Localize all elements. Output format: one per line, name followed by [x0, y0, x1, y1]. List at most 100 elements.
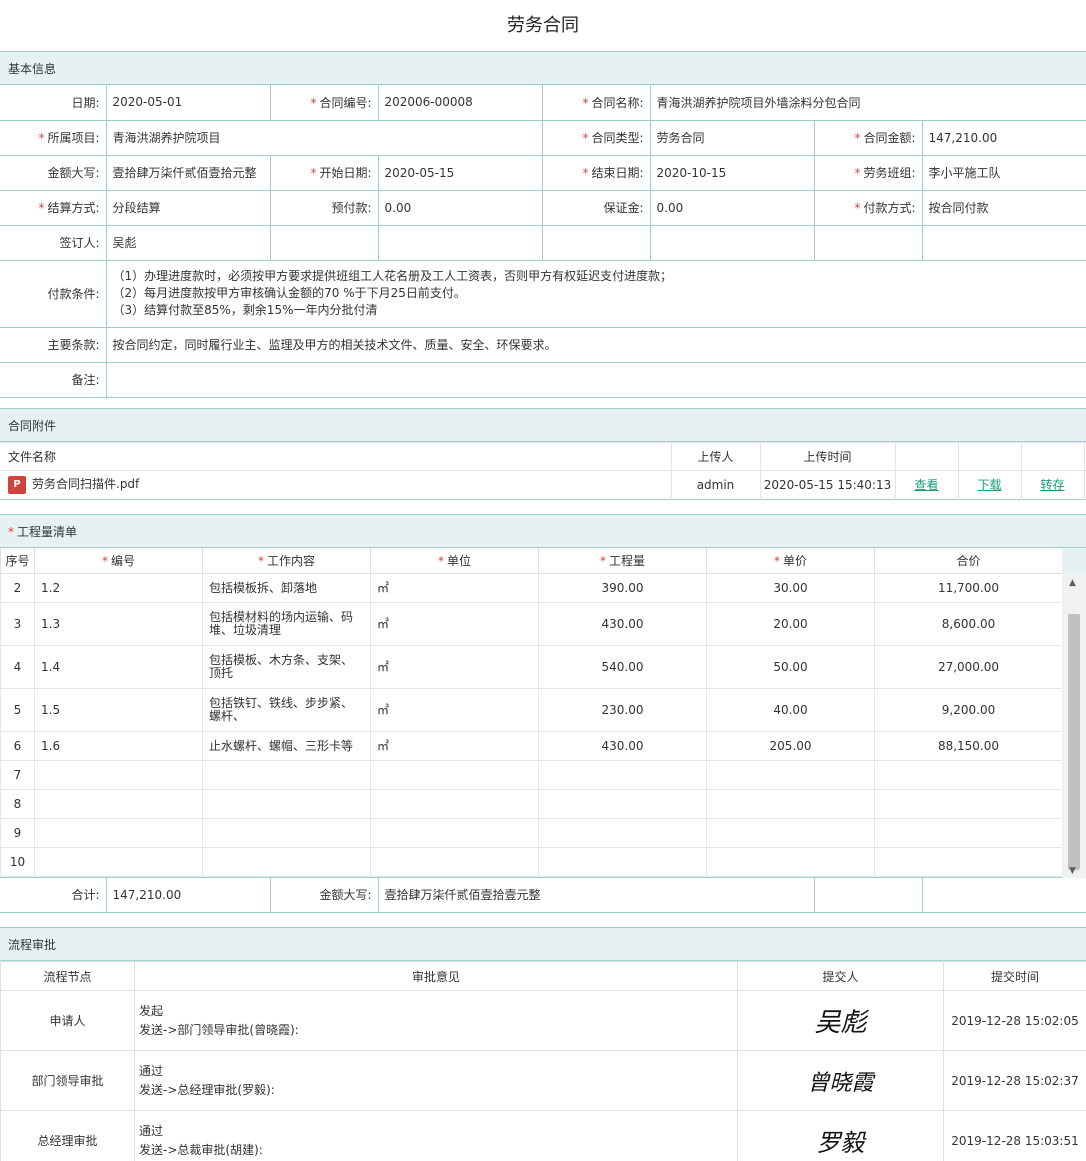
table-row[interactable]: 4 1.4 包括模板、木方条、支架、顶托 ㎡ 540.00 50.00 27,0…	[0, 645, 1063, 689]
cell-qty[interactable]	[538, 760, 707, 790]
cell-unit[interactable]: ㎡	[370, 645, 539, 689]
cell-price[interactable]	[706, 818, 875, 848]
paymethod-value[interactable]: 按合同付款	[921, 189, 1086, 226]
cell-price[interactable]: 40.00	[706, 688, 875, 732]
flow-table: 流程节点 审批意见 提交人 提交时间 申请人 发起 发送->部门领导审批(曾晓霞…	[0, 961, 1086, 1161]
sum-cn-label: 金额大写:	[269, 877, 379, 913]
cell-content[interactable]: 包括模板拆、卸落地	[202, 573, 371, 603]
signer-value[interactable]: 吴彪	[105, 224, 271, 261]
empty-cell	[649, 224, 815, 261]
pdf-file-icon: P	[8, 475, 26, 494]
cell-code[interactable]	[34, 789, 203, 819]
table-row[interactable]: 8	[0, 789, 1063, 819]
table-row[interactable]: 7	[0, 760, 1063, 790]
cell-qty[interactable]: 390.00	[538, 573, 707, 603]
cell-code[interactable]	[34, 818, 203, 848]
cell-seq: 2	[0, 573, 35, 603]
cell-qty[interactable]	[538, 847, 707, 877]
cell-qty[interactable]: 430.00	[538, 731, 707, 761]
cell-price[interactable]	[706, 789, 875, 819]
contract-type-label: * 合同类型:	[541, 119, 651, 156]
cell-price[interactable]	[706, 847, 875, 877]
flow-opinion: 通过 发送->总经理审批(罗毅):	[134, 1050, 738, 1111]
sum-cn-value: 壹拾肆万柒仟贰佰壹拾壹元整	[377, 877, 815, 913]
cell-unit[interactable]: ㎡	[370, 731, 539, 761]
contract-type-value[interactable]: 劳务合同	[649, 119, 815, 156]
cell-code[interactable]	[34, 760, 203, 790]
flow-time: 2019-12-28 15:03:51	[943, 1110, 1086, 1161]
project-value[interactable]: 青海洪湖养护院项目	[105, 119, 543, 156]
end-date-value[interactable]: 2020-10-15	[649, 154, 815, 191]
payterms-value[interactable]: （1）办理进度款时，必须按甲方要求提供班组工人花名册及工人工资表，否则甲方有权延…	[105, 259, 1086, 328]
cell-price[interactable]: 30.00	[706, 573, 875, 603]
cell-price[interactable]: 20.00	[706, 602, 875, 646]
terms-value[interactable]: 按合同约定，同时履行业主、监理及甲方的相关技术文件、质量、安全、环保要求。	[105, 326, 1086, 363]
team-value[interactable]: 李小平施工队	[921, 154, 1086, 191]
table-row[interactable]: 9	[0, 818, 1063, 848]
cell-qty[interactable]: 430.00	[538, 602, 707, 646]
cell-code[interactable]: 1.2	[34, 573, 203, 603]
cell-content[interactable]: 包括铁钉、铁线、步步紧、螺杆、	[202, 688, 371, 732]
cell-price[interactable]: 50.00	[706, 645, 875, 689]
cell-seq: 7	[0, 760, 35, 790]
table-row[interactable]: 3 1.3 包括模材料的场内运输、码堆、垃圾清理 ㎡ 430.00 20.00 …	[0, 602, 1063, 646]
cell-code[interactable]: 1.5	[34, 688, 203, 732]
date-value[interactable]: 2020-05-01	[105, 85, 271, 121]
cell-content[interactable]	[202, 760, 371, 790]
signature-image: 罗毅	[737, 1110, 944, 1161]
att-col-action	[958, 441, 1022, 471]
remark-value[interactable]	[105, 361, 1086, 398]
cell-unit[interactable]	[370, 847, 539, 877]
scroll-down-icon[interactable]: ▼	[1069, 866, 1076, 876]
cell-qty[interactable]: 230.00	[538, 688, 707, 732]
transfer-link[interactable]: 转存	[1040, 478, 1064, 492]
settle-value[interactable]: 分段结算	[105, 189, 271, 226]
cell-price[interactable]	[706, 760, 875, 790]
cell-qty[interactable]	[538, 789, 707, 819]
cell-code[interactable]: 1.6	[34, 731, 203, 761]
cell-unit[interactable]	[370, 789, 539, 819]
cell-qty[interactable]: 540.00	[538, 645, 707, 689]
cell-unit[interactable]: ㎡	[370, 602, 539, 646]
cell-code[interactable]	[34, 847, 203, 877]
cell-content[interactable]: 包括模材料的场内运输、码堆、垃圾清理	[202, 602, 371, 646]
col-code: * 编号	[34, 547, 203, 574]
table-row[interactable]: 10	[0, 847, 1063, 877]
table-row: 总经理审批 通过 发送->总裁审批(胡建): 罗毅 2019-12-28 15:…	[0, 1110, 1086, 1161]
table-row[interactable]: 2 1.2 包括模板拆、卸落地 ㎡ 390.00 30.00 11,700.00	[0, 573, 1063, 603]
cell-content[interactable]: 包括模板、木方条、支架、顶托	[202, 645, 371, 689]
scroll-up-icon[interactable]: ▲	[1069, 578, 1076, 588]
table-row[interactable]: 6 1.6 止水螺杆、螺帽、三形卡等 ㎡ 430.00 205.00 88,15…	[0, 731, 1063, 761]
payterm-line: （1）办理进度款时，必须按甲方要求提供班组工人花名册及工人工资表，否则甲方有权延…	[112, 269, 673, 283]
att-file-cell[interactable]: P 劳务合同扫描件.pdf	[0, 469, 672, 499]
end-date-label: * 结束日期:	[541, 154, 651, 191]
att-col-name: 文件名称	[0, 441, 672, 471]
view-link[interactable]: 查看	[914, 478, 938, 492]
cell-qty[interactable]	[538, 818, 707, 848]
att-col-uploader: 上传人	[671, 441, 761, 471]
contract-no-value[interactable]: 202006-00008	[377, 85, 543, 121]
amount-value[interactable]: 147,210.00	[921, 119, 1086, 156]
download-link[interactable]: 下载	[977, 478, 1001, 492]
att-col-action	[895, 441, 959, 471]
vertical-scrollbar[interactable]: ▲ ▼	[1062, 547, 1086, 878]
cell-unit[interactable]: ㎡	[370, 688, 539, 732]
cell-content[interactable]	[202, 847, 371, 877]
cell-unit[interactable]	[370, 818, 539, 848]
deposit-value[interactable]: 0.00	[649, 189, 815, 226]
flow-opinion-text: 通过	[139, 1063, 164, 1078]
cell-content[interactable]: 止水螺杆、螺帽、三形卡等	[202, 731, 371, 761]
cell-content[interactable]	[202, 789, 371, 819]
cell-price[interactable]: 205.00	[706, 731, 875, 761]
prepay-value[interactable]: 0.00	[377, 189, 543, 226]
cell-content[interactable]	[202, 818, 371, 848]
start-date-value[interactable]: 2020-05-15	[377, 154, 543, 191]
cell-total: 9,200.00	[874, 688, 1063, 732]
cell-code[interactable]: 1.4	[34, 645, 203, 689]
table-row[interactable]: 5 1.5 包括铁钉、铁线、步步紧、螺杆、 ㎡ 230.00 40.00 9,2…	[0, 688, 1063, 732]
cell-unit[interactable]	[370, 760, 539, 790]
cell-unit[interactable]: ㎡	[370, 573, 539, 603]
scrollbar-thumb[interactable]	[1068, 613, 1080, 870]
contract-name-value[interactable]: 青海洪湖养护院项目外墙涂料分包合同	[649, 85, 1086, 121]
cell-code[interactable]: 1.3	[34, 602, 203, 646]
